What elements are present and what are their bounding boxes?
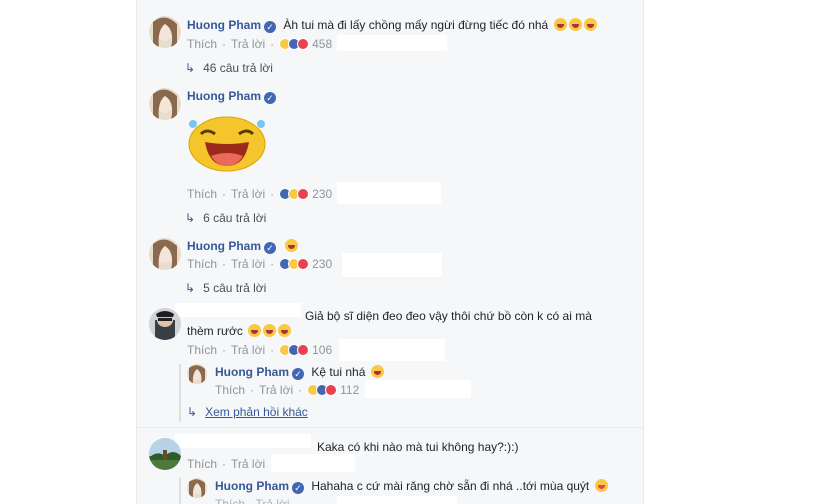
see-more-replies[interactable]: ↳ Xem phản hồi khác [187,405,308,419]
view-replies-link[interactable]: ↳ 5 câu trả lời [185,281,266,295]
laughing-emoji-icon [285,239,299,252]
reply-arrow-icon: ↳ [185,281,196,295]
reply-arrow-icon: ↳ [185,211,196,225]
reply-arrow-icon: ↳ [187,405,198,419]
redacted-area [175,434,311,448]
laughing-emoji-icon [263,324,277,337]
laughing-emoji-icon [278,324,292,337]
reply-link[interactable]: Trả lời [259,383,293,397]
thread-line [179,478,181,504]
reply-arrow-icon: ↳ [185,61,196,75]
verified-icon: ✓ [264,92,276,104]
verified-icon: ✓ [264,242,276,254]
comment-4: thèm rước [187,324,292,338]
like-link[interactable]: Thích [187,187,217,201]
author-name[interactable]: Huong Pham [187,89,261,103]
comment-text: Kaka có khi nào mà tui không hay?:):) [317,440,519,454]
laughing-emoji-icon [248,324,262,337]
comments-panel: Huong Pham ✓ Àh tui mà đi lấy chồng mấy n… [136,0,644,504]
avatar[interactable] [187,364,207,384]
like-link[interactable]: Thích [215,383,245,397]
avatar[interactable] [149,438,181,470]
reaction-count[interactable]: 458 [312,37,332,51]
reply-link[interactable]: Trả lời [231,187,265,201]
avatar[interactable] [149,88,181,120]
redacted-area [342,253,442,277]
laughing-emoji-icon [583,18,597,31]
reply-link[interactable]: Trả lời [231,457,265,471]
avatar[interactable] [149,238,181,270]
comment-actions: Thích · Trả lời · 458 [187,37,333,51]
comment-2: Huong Pham ✓ [187,89,276,104]
redacted-area [365,380,471,398]
cut-off-actions: Thích · Trả lời [215,497,290,504]
see-more-replies-link[interactable]: Xem phản hồi khác [205,405,308,419]
reaction-count[interactable]: 230 [312,257,332,271]
like-link[interactable]: Thích [187,457,217,471]
like-link[interactable]: Thích [187,257,217,271]
love-reaction-icon [297,38,310,50]
love-reaction-icon [325,384,338,396]
comment-actions: Thích · Trả lời · 230 [187,257,333,271]
view-replies-link[interactable]: ↳ 6 câu trả lời [185,211,266,225]
reply-link[interactable]: Trả lời [231,343,265,357]
reply-1: Huong Pham ✓ Kệ tui nhá [215,365,384,380]
reply-link[interactable]: Trả lời [231,257,265,271]
verified-icon: ✓ [292,368,304,380]
love-reaction-icon [297,258,310,270]
redacted-area [339,339,445,361]
verified-icon: ✓ [264,21,276,33]
avatar[interactable] [187,478,207,498]
reply-2: Huong Pham ✓ Hahaha c cứ mài răng chờ sẵn… [215,479,608,494]
comment-actions: Thích · Trả lời · 106 [187,343,333,357]
love-reaction-icon [297,188,310,200]
avatar[interactable] [149,308,181,340]
author-name[interactable]: Huong Pham [187,18,261,32]
comment-text: thèm rước [187,324,243,338]
author-name[interactable]: Huong Pham [215,479,289,493]
love-reaction-icon [297,344,310,356]
author-name[interactable]: Huong Pham [215,365,289,379]
redacted-area [271,454,355,472]
redacted-area [175,303,301,317]
comment-actions: Thích·Trả lời· [187,457,274,471]
redacted-area [337,35,447,51]
author-name[interactable]: Huong Pham [187,239,261,253]
reaction-count[interactable]: 230 [312,187,332,201]
comment-3: Huong Pham ✓ [187,239,299,254]
reply-text: Kệ tui nhá [311,365,366,379]
like-link[interactable]: Thích [187,37,217,51]
like-link[interactable]: Thích [187,343,217,357]
avatar[interactable] [149,16,181,48]
reply-link[interactable]: Trả lời [231,37,265,51]
laughing-emoji-icon [370,365,384,378]
reaction-count[interactable]: 112 [340,383,359,397]
view-replies-link[interactable]: ↳ 46 câu trả lời [185,61,273,75]
thread-line [179,364,181,422]
laughing-emoji-icon [568,18,582,31]
laughing-emoji-icon [553,18,567,31]
divider [137,427,643,428]
comment-text: Giả bộ sĩ diện đeo đeo vậy thôi chứ bồ c… [305,309,592,323]
redacted-area [337,496,457,504]
tongue-emoji-icon [594,479,608,492]
reply-actions: Thích · Trả lời · 112 [215,383,360,397]
reaction-count[interactable]: 106 [312,343,332,357]
redacted-area [337,182,441,204]
comment-actions: Thích · Trả lời · 230 [187,187,333,201]
comment-text: Àh tui mà đi lấy chồng mấy ngừi đừng tiế… [283,18,549,32]
comment-1: Huong Pham ✓ Àh tui mà đi lấy chồng mấy n… [187,18,597,33]
verified-icon: ✓ [292,482,304,494]
reply-text: Hahaha c cứ mài răng chờ sẵn đi nhá ..tớ… [311,479,590,493]
laughing-sticker-icon [187,112,267,175]
